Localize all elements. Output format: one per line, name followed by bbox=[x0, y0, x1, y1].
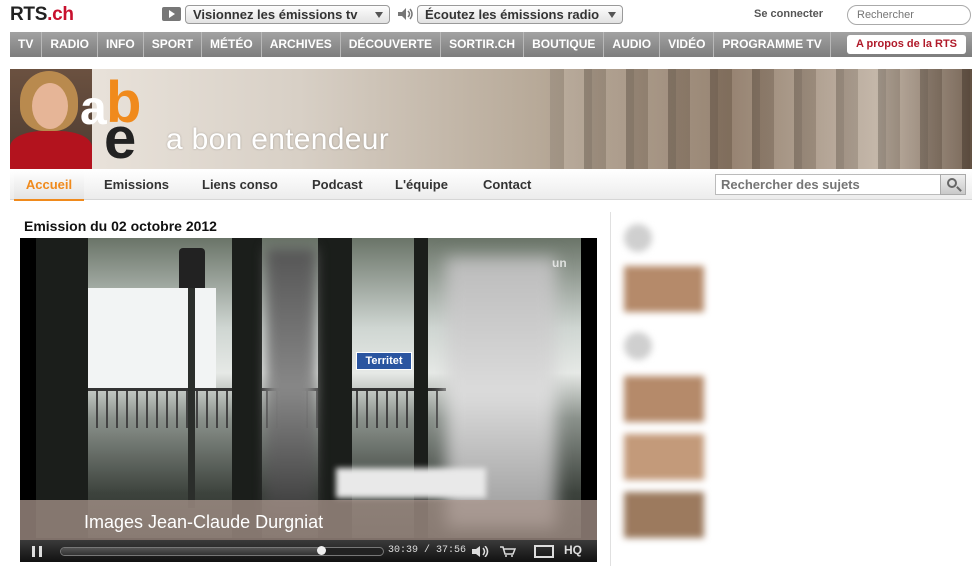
chevron-down-icon bbox=[608, 12, 616, 18]
sidebar-thumbnail bbox=[624, 492, 704, 538]
current-time: 30:39 bbox=[388, 545, 419, 556]
tv-play-icon bbox=[162, 7, 181, 21]
subnav-contact[interactable]: Contact bbox=[483, 170, 531, 199]
video-credit: Images Jean-Claude Durgniat bbox=[84, 512, 324, 532]
about-rts-link[interactable]: A propos de la RTS bbox=[847, 35, 966, 54]
host-face bbox=[32, 83, 68, 129]
column-divider bbox=[610, 212, 611, 566]
show-title: a bon entendeur bbox=[166, 123, 390, 156]
cart-icon[interactable] bbox=[500, 546, 516, 557]
nav-sport[interactable]: SPORT bbox=[144, 32, 203, 57]
video-statue-base bbox=[336, 468, 486, 498]
video-blur-region bbox=[266, 248, 316, 528]
progress-fill bbox=[61, 548, 322, 555]
sidebar-thumbnail bbox=[624, 376, 704, 422]
rts-logo[interactable]: RTS.ch bbox=[10, 4, 74, 26]
play-icon bbox=[624, 224, 652, 252]
nav-video[interactable]: VIDÉO bbox=[660, 32, 715, 57]
progress-knob[interactable] bbox=[317, 546, 327, 555]
episode-title: Emission du 02 octobre 2012 bbox=[24, 218, 217, 234]
search-icon-handle bbox=[956, 186, 962, 192]
tv-shows-select[interactable]: Visionnez les émissions tv bbox=[185, 5, 390, 24]
hq-button[interactable]: HQ bbox=[564, 543, 582, 557]
progress-bar[interactable] bbox=[60, 546, 384, 556]
subnav-podcast[interactable]: Podcast bbox=[312, 170, 363, 199]
video-building bbox=[76, 288, 216, 388]
subnav-liens-conso[interactable]: Liens conso bbox=[202, 170, 278, 199]
login-link[interactable]: Se connecter bbox=[754, 8, 823, 20]
nav-sortir[interactable]: SORTIR.CH bbox=[441, 32, 525, 57]
logo-dot-text: .ch bbox=[47, 4, 74, 25]
nav-meteo[interactable]: MÉTÉO bbox=[202, 32, 262, 57]
video-player[interactable]: Territet un Images Jean-Claude Durgniat … bbox=[20, 238, 597, 562]
sidebar-section-header bbox=[620, 326, 970, 366]
subnav-equipe[interactable]: L'équipe bbox=[395, 170, 448, 199]
sidebar-thumbnail bbox=[624, 266, 704, 312]
subnav-accueil[interactable]: Accueil bbox=[14, 170, 84, 201]
main-nav: TV RADIO INFO SPORT MÉTÉO ARCHIVES DÉCOU… bbox=[10, 32, 972, 57]
chevron-down-icon bbox=[375, 12, 383, 18]
video-lamp bbox=[179, 248, 205, 288]
site-search-input[interactable] bbox=[847, 5, 971, 25]
abe-logo: b a e bbox=[80, 70, 160, 169]
nav-decouverte[interactable]: DÉCOUVERTE bbox=[341, 32, 442, 57]
topic-search-button[interactable] bbox=[940, 174, 966, 195]
sidebar-item[interactable] bbox=[624, 434, 974, 482]
video-lamp-post bbox=[188, 288, 195, 508]
speaker-icon bbox=[398, 8, 413, 20]
top-bar: RTS.ch Visionnez les émissions tv Écoute… bbox=[0, 0, 980, 31]
abe-logo-a: a bbox=[80, 82, 107, 135]
show-subnav: Accueil Emissions Liens conso Podcast L'… bbox=[10, 170, 972, 201]
logo-main-text: RTS bbox=[10, 4, 48, 25]
volume-icon[interactable] bbox=[472, 546, 490, 557]
channel-logo: un bbox=[552, 256, 567, 270]
pause-icon[interactable] bbox=[32, 546, 42, 557]
sidebar-section-header bbox=[620, 218, 970, 258]
sidebar bbox=[620, 212, 980, 566]
subnav-emissions[interactable]: Emissions bbox=[104, 170, 169, 199]
fullscreen-icon[interactable] bbox=[534, 545, 554, 558]
sidebar-item[interactable] bbox=[624, 266, 974, 314]
tv-select-label: Visionnez les émissions tv bbox=[193, 7, 358, 22]
nav-programme-tv[interactable]: PROGRAMME TV bbox=[714, 32, 831, 57]
player-controls: 30:39 / 37:56 HQ bbox=[20, 540, 597, 562]
banner-background bbox=[550, 69, 972, 169]
radio-select-label: Écoutez les émissions radio bbox=[425, 7, 600, 22]
radio-shows-select[interactable]: Écoutez les émissions radio bbox=[417, 5, 623, 24]
topic-search-input[interactable] bbox=[715, 174, 941, 195]
nav-boutique[interactable]: BOUTIQUE bbox=[524, 32, 605, 57]
sidebar-item[interactable] bbox=[624, 492, 974, 540]
nav-radio[interactable]: RADIO bbox=[42, 32, 99, 57]
nav-archives[interactable]: ARCHIVES bbox=[262, 32, 341, 57]
video-tree bbox=[36, 238, 88, 538]
video-frame[interactable]: Territet un bbox=[36, 238, 581, 538]
nav-audio[interactable]: AUDIO bbox=[604, 32, 661, 57]
show-banner: b a e a bon entendeur bbox=[10, 69, 972, 169]
video-tree bbox=[232, 238, 262, 538]
nav-info[interactable]: INFO bbox=[98, 32, 144, 57]
sidebar-item[interactable] bbox=[624, 376, 974, 424]
nav-tv[interactable]: TV bbox=[10, 32, 43, 57]
total-duration: 37:56 bbox=[436, 545, 467, 556]
play-icon bbox=[624, 332, 652, 360]
abe-logo-e: e bbox=[104, 106, 137, 169]
sidebar-thumbnail bbox=[624, 434, 704, 480]
station-sign: Territet bbox=[356, 352, 412, 370]
time-display: 30:39 / 37:56 bbox=[388, 545, 467, 556]
